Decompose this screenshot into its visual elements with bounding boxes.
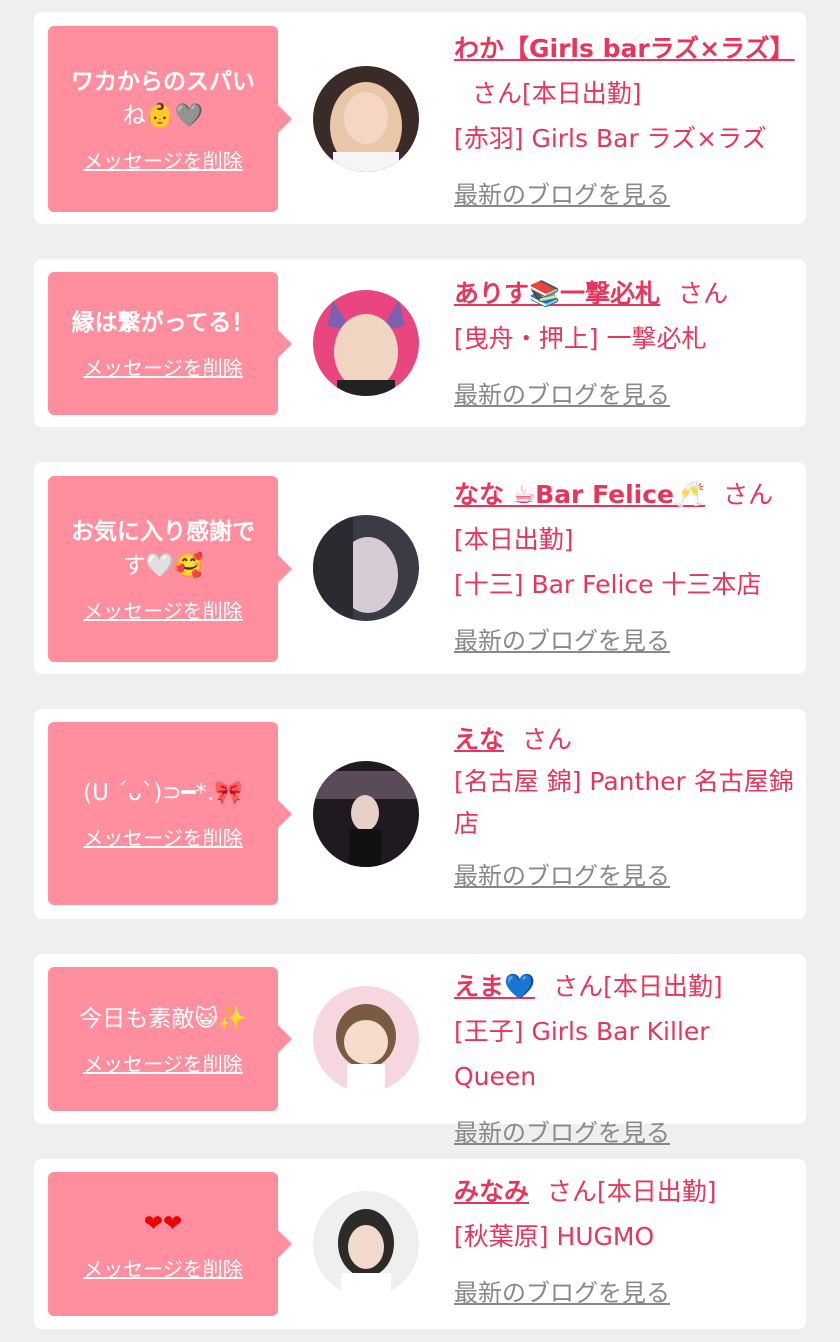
- delete-message-link[interactable]: メッセージを削除: [83, 352, 243, 381]
- cast-name-link[interactable]: えま💙: [454, 972, 535, 1001]
- latest-blog-link[interactable]: 最新のブログを見る: [454, 619, 670, 664]
- favorite-card: ワカからのスパい ね👶🩶 メッセージを削除 わか【Girls barラズ×ラズ】…: [34, 12, 806, 224]
- cast-info: えな さん [名古屋 錦] Panther 名古屋錦店 最新のブログを見る: [454, 719, 799, 897]
- delete-message-link[interactable]: メッセージを削除: [83, 145, 243, 174]
- cast-name-link[interactable]: ありす📚一撃必札: [454, 279, 660, 308]
- shop-label: [曳舟・押上] 一撃必札: [454, 324, 707, 353]
- latest-blog-link[interactable]: 最新のブログを見る: [454, 173, 670, 218]
- message-bubble: お気に入り感謝で す🤍🥰 メッセージを削除: [48, 476, 292, 662]
- cast-name-link[interactable]: なな ☕Bar Felice🥂: [454, 480, 705, 509]
- message-bubble: ❤❤ メッセージを削除: [48, 1172, 292, 1316]
- honorific: さん: [522, 725, 573, 754]
- shop-label: [赤羽] Girls Bar ラズ×ラズ: [454, 124, 767, 153]
- favorite-card: お気に入り感謝で す🤍🥰 メッセージを削除 なな ☕Bar Felice🥂 さん …: [34, 462, 806, 674]
- honorific: さん: [553, 972, 604, 1001]
- message-text: 今日も素敵😺✨: [79, 1005, 247, 1032]
- message-bubble: 今日も素敵😺✨ メッセージを削除: [48, 967, 292, 1111]
- message-text: ❤❤: [143, 1210, 183, 1237]
- status-label: [本日出勤]: [522, 79, 642, 108]
- message-text: ワカからのスパい ね👶🩶: [71, 68, 255, 129]
- shop-label: [十三] Bar Felice 十三本店: [454, 570, 762, 599]
- cast-info: なな ☕Bar Felice🥂 さん [本日出勤] [十三] Bar Felice…: [454, 472, 799, 664]
- cast-info: えま💙 さん[本日出勤] [王子] Girls Bar Killer Queen …: [454, 964, 799, 1156]
- message-bubble: ワカからのスパい ね👶🩶 メッセージを削除: [48, 26, 292, 212]
- cast-name-link[interactable]: えな: [454, 725, 504, 754]
- honorific: さん: [472, 79, 523, 108]
- avatar[interactable]: [313, 761, 419, 867]
- shop-label: [名古屋 錦] Panther 名古屋錦店: [454, 767, 794, 838]
- avatar[interactable]: [313, 66, 419, 172]
- favorite-card: (U ´ᴗ`)⊃━*.🎀 メッセージを削除 えな さん [名古屋 錦] Panth…: [34, 709, 806, 919]
- favorite-card: ❤❤ メッセージを削除 みなみ さん[本日出勤] [秋葉原] HUGMO 最新のブ…: [34, 1159, 806, 1329]
- delete-message-link[interactable]: メッセージを削除: [83, 595, 243, 624]
- delete-message-link[interactable]: メッセージを削除: [83, 1048, 243, 1077]
- message-text: (U ´ᴗ`)⊃━*.🎀: [83, 780, 243, 806]
- cast-info: ありす📚一撃必札 さん [曳舟・押上] 一撃必札 最新のブログを見る: [454, 271, 799, 418]
- avatar[interactable]: [313, 290, 419, 396]
- cast-info: わか【Girls barラズ×ラズ】さん[本日出勤] [赤羽] Girls Ba…: [454, 26, 799, 218]
- cast-name-link[interactable]: みなみ: [454, 1177, 529, 1206]
- status-label: [本日出勤]: [603, 972, 723, 1001]
- latest-blog-link[interactable]: 最新のブログを見る: [454, 1111, 670, 1156]
- status-label: [本日出勤]: [597, 1177, 717, 1206]
- status-label: [本日出勤]: [454, 525, 574, 554]
- favorite-card: 今日も素敵😺✨ メッセージを削除 えま💙 さん[本日出勤] [王子] Girls …: [34, 954, 806, 1147]
- avatar[interactable]: [313, 986, 419, 1092]
- honorific: さん: [678, 279, 729, 308]
- favorite-card: 縁は繋がってる！ メッセージを削除 ありす📚一撃必札 さん [曳舟・押上] 一撃必…: [34, 259, 806, 427]
- message-bubble: 縁は繋がってる！ メッセージを削除: [48, 272, 292, 415]
- latest-blog-link[interactable]: 最新のブログを見る: [454, 373, 670, 418]
- honorific: さん: [547, 1177, 598, 1206]
- honorific: さん: [723, 480, 774, 509]
- delete-message-link[interactable]: メッセージを削除: [83, 822, 243, 851]
- message-text: 縁は繋がってる！: [71, 310, 255, 336]
- shop-label: [秋葉原] HUGMO: [454, 1222, 655, 1251]
- avatar[interactable]: [313, 515, 419, 621]
- message-bubble: (U ´ᴗ`)⊃━*.🎀 メッセージを削除: [48, 722, 292, 905]
- delete-message-link[interactable]: メッセージを削除: [83, 1253, 243, 1282]
- cast-name-link[interactable]: わか【Girls barラズ×ラズ】: [454, 34, 795, 63]
- latest-blog-link[interactable]: 最新のブログを見る: [454, 855, 670, 897]
- cast-info: みなみ さん[本日出勤] [秋葉原] HUGMO 最新のブログを見る: [454, 1169, 799, 1316]
- shop-label: [王子] Girls Bar Killer Queen: [454, 1017, 710, 1091]
- latest-blog-link[interactable]: 最新のブログを見る: [454, 1271, 670, 1316]
- avatar[interactable]: [313, 1191, 419, 1297]
- message-text: お気に入り感謝で す🤍🥰: [71, 518, 255, 579]
